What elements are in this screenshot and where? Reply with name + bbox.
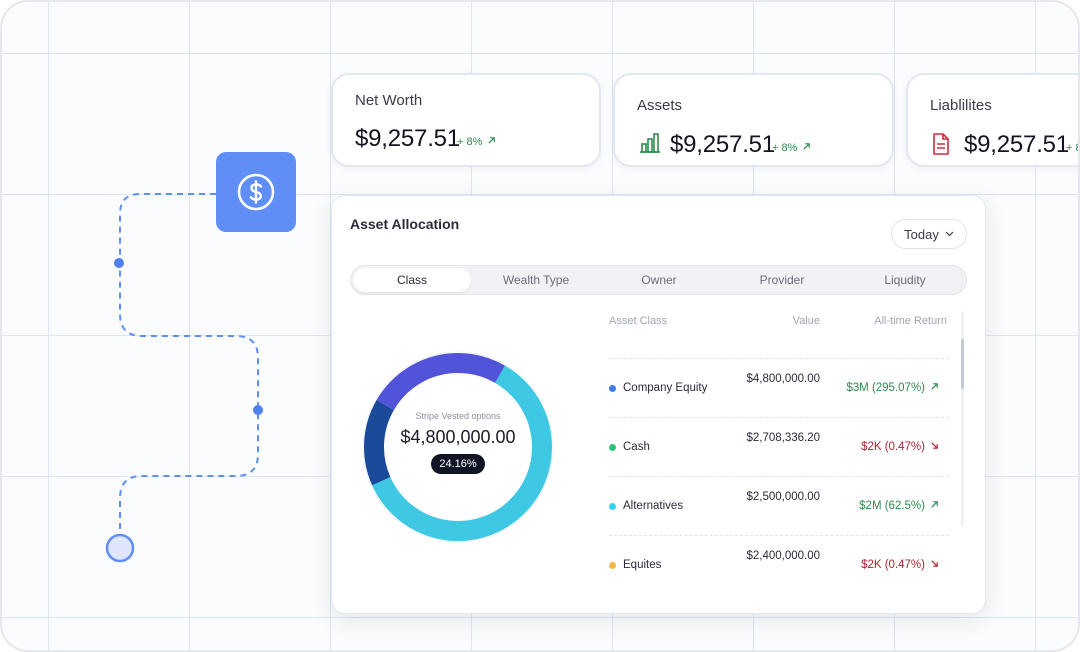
asset-class-name: Company Equity xyxy=(623,382,708,394)
legend-dot xyxy=(609,443,616,451)
table-row-name[interactable]: Company Equity xyxy=(609,382,707,394)
table-row-name[interactable]: Equites xyxy=(609,559,661,571)
return-text: $3M (295.07%) xyxy=(846,382,925,394)
liabilities-label: Liablilites xyxy=(930,97,992,114)
dollar-tile xyxy=(216,152,296,232)
tab-class[interactable]: Class xyxy=(353,268,471,292)
asset-class-name: Equites xyxy=(623,559,662,571)
liabilities-change: + 8 xyxy=(1066,142,1078,154)
asset-allocation-title: Asset Allocation xyxy=(350,216,460,232)
header-all-time-return[interactable]: All-time Return xyxy=(874,315,947,327)
legend-dot xyxy=(609,561,616,569)
all-time-return: $2M (62.5%) xyxy=(859,500,939,512)
legend-dot xyxy=(609,502,616,510)
assets-card[interactable]: Assets $9,257.51 + 8% xyxy=(613,73,894,167)
chevron-down-icon xyxy=(945,231,954,237)
table-scrollbar[interactable] xyxy=(961,311,964,526)
header-asset-class[interactable]: Asset Class xyxy=(609,315,667,327)
allocation-tabs: Class Wealth Type Owner Provider Liqudit… xyxy=(350,265,967,295)
donut-percent-badge: 24.16% xyxy=(431,454,485,474)
net-worth-label: Net Worth xyxy=(355,92,423,109)
asset-value: $4,800,000.00 xyxy=(746,373,820,385)
net-worth-card[interactable]: Net Worth $9,257.51 + 8% xyxy=(331,73,601,167)
path-node-dot xyxy=(114,258,124,268)
net-worth-value: $9,257.51 xyxy=(355,125,460,152)
liabilities-value: $9,257.51 xyxy=(964,131,1069,158)
header-value[interactable]: Value xyxy=(793,315,820,327)
tab-owner[interactable]: Owner xyxy=(600,268,718,292)
bar-chart-icon xyxy=(639,133,661,158)
path-node-dot xyxy=(253,405,263,415)
tab-provider[interactable]: Provider xyxy=(723,268,841,292)
return-text: $2M (62.5%) xyxy=(859,500,925,512)
all-time-return: $2K (0.47%) xyxy=(861,559,939,571)
document-icon xyxy=(932,133,950,160)
asset-class-name: Cash xyxy=(623,441,650,453)
arrow-up-right-icon xyxy=(931,383,938,390)
liabilities-card[interactable]: Liablilites $9,257.51 + 8 xyxy=(906,73,1078,167)
donut-caption: Stripe Vested options xyxy=(415,411,501,421)
period-dropdown[interactable]: Today xyxy=(891,219,967,249)
path-end-node xyxy=(105,533,135,563)
tab-liquidity[interactable]: Liqudity xyxy=(846,268,964,292)
assets-label: Assets xyxy=(637,97,683,114)
dollar-circle-icon xyxy=(237,173,275,211)
donut-amount: $4,800,000.00 xyxy=(400,427,516,447)
row-divider xyxy=(609,417,949,418)
return-text: $2K (0.47%) xyxy=(861,559,925,571)
row-divider xyxy=(609,535,949,536)
app-frame: Net Worth $9,257.51 + 8% Assets $9,257.5… xyxy=(0,0,1080,652)
arrow-down-right-icon xyxy=(931,560,938,567)
assets-change: + 8% xyxy=(772,142,811,154)
asset-value: $2,708,336.20 xyxy=(746,432,820,444)
table-row-name[interactable]: Alternatives xyxy=(609,500,683,512)
assets-value: $9,257.51 xyxy=(670,131,775,158)
arrow-up-right-icon xyxy=(488,137,496,144)
asset-allocation-card: Asset Allocation Today Class Wealth Type… xyxy=(331,195,986,614)
legend-dot xyxy=(609,384,616,392)
asset-value: $2,500,000.00 xyxy=(746,491,820,503)
arrow-up-right-icon xyxy=(931,501,938,508)
row-divider xyxy=(609,358,949,359)
net-worth-change: + 8% xyxy=(457,136,496,148)
row-divider xyxy=(609,476,949,477)
tab-wealth-type[interactable]: Wealth Type xyxy=(477,268,595,292)
all-time-return: $3M (295.07%) xyxy=(846,382,939,394)
scrollbar-thumb[interactable] xyxy=(961,339,964,389)
asset-value: $2,400,000.00 xyxy=(746,550,820,562)
asset-class-name: Alternatives xyxy=(623,500,684,512)
table-row-name[interactable]: Cash xyxy=(609,441,650,453)
donut-center: Stripe Vested options $4,800,000.00 24.1… xyxy=(378,411,538,474)
period-label: Today xyxy=(904,226,939,242)
all-time-return: $2K (0.47%) xyxy=(861,441,939,453)
return-text: $2K (0.47%) xyxy=(861,441,925,453)
arrow-up-right-icon xyxy=(803,143,811,150)
arrow-down-right-icon xyxy=(931,442,938,449)
